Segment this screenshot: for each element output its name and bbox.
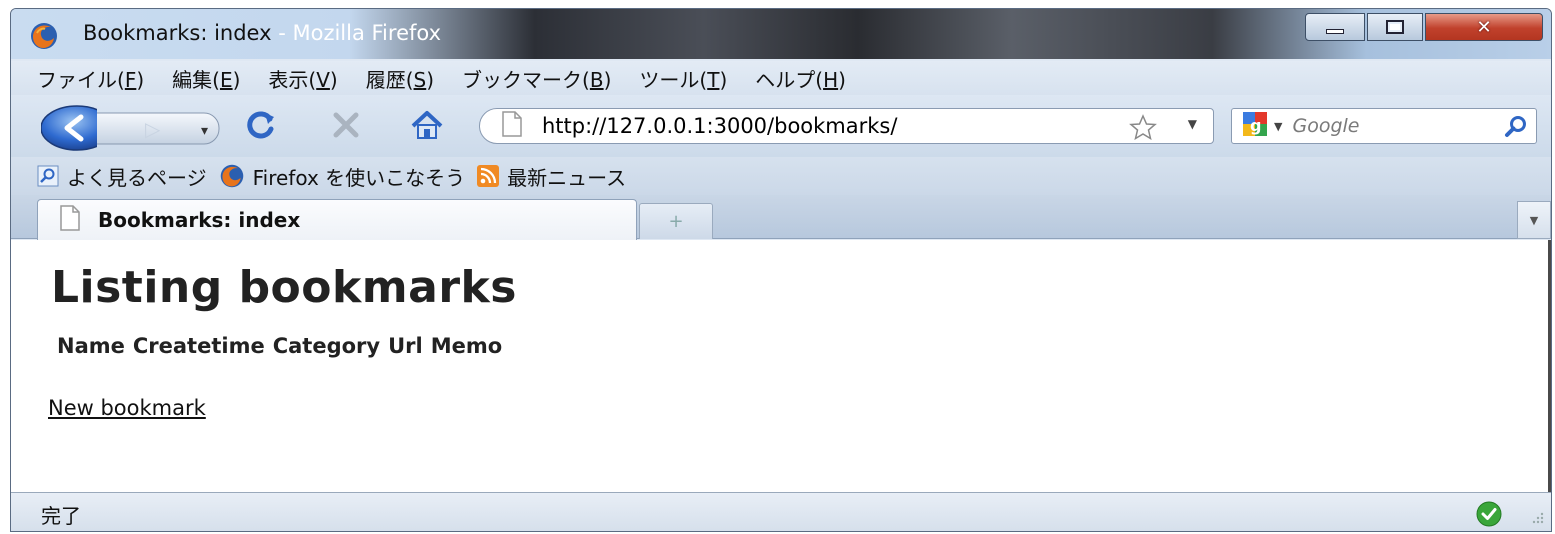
tab-strip: Bookmarks: index + ▼ — [11, 195, 1551, 240]
menu-bookmarks-key: B — [589, 67, 604, 92]
bookmark-star-icon[interactable] — [1129, 114, 1157, 144]
menu-bookmarks-label: ブックマーク( — [462, 67, 590, 92]
bookmarks-table: Name Createtime Category Url Memo — [53, 334, 506, 358]
url-bar[interactable]: http://127.0.0.1:3000/bookmarks/ ▼ — [479, 108, 1214, 144]
menu-file-key: F — [124, 67, 137, 92]
menu-edit-key: E — [219, 67, 233, 92]
menu-tools-key: T — [707, 67, 720, 92]
menu-history[interactable]: 履歴(S) — [366, 64, 434, 93]
page-icon — [502, 111, 522, 141]
page-content: Listing bookmarks Name Createtime Catego… — [11, 240, 1551, 492]
table-header-row: Name Createtime Category Url Memo — [53, 334, 506, 358]
menu-file-close: ) — [136, 67, 145, 92]
status-text: 完了 — [41, 504, 81, 528]
home-button[interactable] — [409, 108, 445, 146]
reload-icon — [247, 111, 274, 139]
search-bar[interactable]: g ▼ Google — [1231, 108, 1537, 144]
minimize-icon — [1326, 28, 1344, 34]
bookmark-firefox-guide-label: Firefox を使いこなそう — [252, 165, 466, 190]
search-icon[interactable] — [1504, 115, 1528, 143]
menu-edit-label: 編集( — [172, 67, 220, 92]
bookmark-latest-news[interactable]: 最新ニュース — [477, 162, 626, 191]
window-title: Bookmarks: index - Mozilla Firefox — [83, 21, 441, 45]
title-bar: Bookmarks: index - Mozilla Firefox ✕ — [11, 9, 1551, 59]
bookmark-latest-news-label: 最新ニュース — [507, 165, 627, 190]
menu-help[interactable]: ヘルプ(H) — [755, 64, 846, 93]
tab-title: Bookmarks: index — [98, 208, 301, 232]
new-tab-button[interactable]: + — [639, 203, 713, 239]
search-engine-dropdown-icon[interactable]: ▼ — [1274, 120, 1282, 133]
svg-text:▾: ▾ — [201, 123, 208, 139]
tab-bookmarks-index[interactable]: Bookmarks: index — [37, 199, 637, 240]
reload-button[interactable] — [243, 107, 279, 147]
maximize-button[interactable] — [1367, 13, 1423, 41]
menu-view-label: 表示( — [268, 67, 317, 92]
bookmark-most-visited[interactable]: よく見るページ — [37, 162, 207, 191]
menu-help-key: H — [823, 67, 839, 92]
column-header: Category — [272, 334, 381, 358]
menu-view[interactable]: 表示(V) — [268, 64, 337, 93]
window-title-page: Bookmarks: index — [83, 21, 279, 45]
url-text[interactable]: http://127.0.0.1:3000/bookmarks/ — [542, 114, 897, 138]
bookmark-most-visited-label: よく見るページ — [67, 165, 207, 190]
bookmark-firefox-guide[interactable]: Firefox を使いこなそう — [219, 162, 466, 191]
menu-file-label: ファイル( — [37, 67, 125, 92]
checkmark-icon[interactable] — [1475, 500, 1503, 531]
plus-icon: + — [668, 211, 684, 232]
column-header: Name — [57, 334, 125, 358]
browser-window: Bookmarks: index - Mozilla Firefox ✕ ファイ… — [10, 8, 1552, 532]
menu-edit-close: ) — [232, 67, 241, 92]
most-visited-icon — [37, 165, 59, 187]
navigation-toolbar: ▾ ▷ http://127.0.0.1:3000/bookmarks/ ▼ g… — [11, 95, 1551, 157]
menu-history-label: 履歴( — [365, 67, 414, 92]
menu-view-key: V — [316, 67, 330, 92]
chevron-down-icon: ▼ — [1529, 213, 1539, 227]
resize-grip-icon[interactable] — [1531, 510, 1545, 529]
url-dropdown-icon[interactable]: ▼ — [1188, 117, 1197, 131]
menu-bookmarks[interactable]: ブックマーク(B) — [462, 64, 611, 93]
status-bar: 完了 — [11, 492, 1551, 531]
menu-tools-close: ) — [719, 67, 728, 92]
menu-help-label: ヘルプ( — [755, 67, 824, 92]
svg-text:g: g — [1250, 116, 1261, 135]
rss-feed-icon — [477, 165, 500, 187]
close-icon: ✕ — [1476, 16, 1492, 38]
maximize-icon — [1386, 20, 1404, 34]
menu-edit[interactable]: 編集(E) — [172, 64, 240, 93]
stop-button[interactable] — [329, 108, 363, 146]
close-button[interactable]: ✕ — [1425, 13, 1543, 41]
back-arrow-icon — [40, 105, 114, 151]
menu-bar: ファイル(F) 編集(E) 表示(V) 履歴(S) ブックマーク(B) ツール(… — [11, 61, 1551, 95]
window-title-app: - Mozilla Firefox — [278, 21, 442, 45]
tab-list-button[interactable]: ▼ — [1517, 201, 1551, 239]
menu-tools[interactable]: ツール(T) — [639, 64, 727, 93]
new-bookmark-link[interactable]: New bookmark — [48, 396, 206, 420]
column-header: Url — [388, 334, 423, 358]
home-icon — [411, 111, 443, 139]
back-button[interactable] — [40, 105, 114, 155]
page-icon — [60, 205, 80, 235]
menu-file[interactable]: ファイル(F) — [37, 64, 144, 93]
firefox-logo-icon — [29, 21, 59, 55]
stop-icon — [333, 112, 359, 138]
page-heading: Listing bookmarks — [51, 262, 517, 313]
menu-bookmarks-close: ) — [603, 67, 612, 92]
search-placeholder[interactable]: Google — [1292, 115, 1359, 137]
column-header: Memo — [430, 334, 503, 358]
forward-button[interactable] — [129, 113, 189, 143]
firefox-icon — [220, 164, 243, 188]
minimize-button[interactable] — [1305, 13, 1365, 41]
menu-view-close: ) — [329, 67, 338, 92]
menu-history-close: ) — [426, 67, 435, 92]
menu-history-key: S — [413, 67, 427, 92]
bookmarks-toolbar: よく見るページ Firefox を使いこなそう 最新ニュース — [11, 157, 1551, 195]
menu-tools-label: ツール( — [639, 67, 708, 92]
menu-help-close: ) — [838, 67, 846, 92]
google-engine-icon[interactable]: g — [1242, 111, 1268, 141]
column-header: Createtime — [132, 334, 265, 358]
